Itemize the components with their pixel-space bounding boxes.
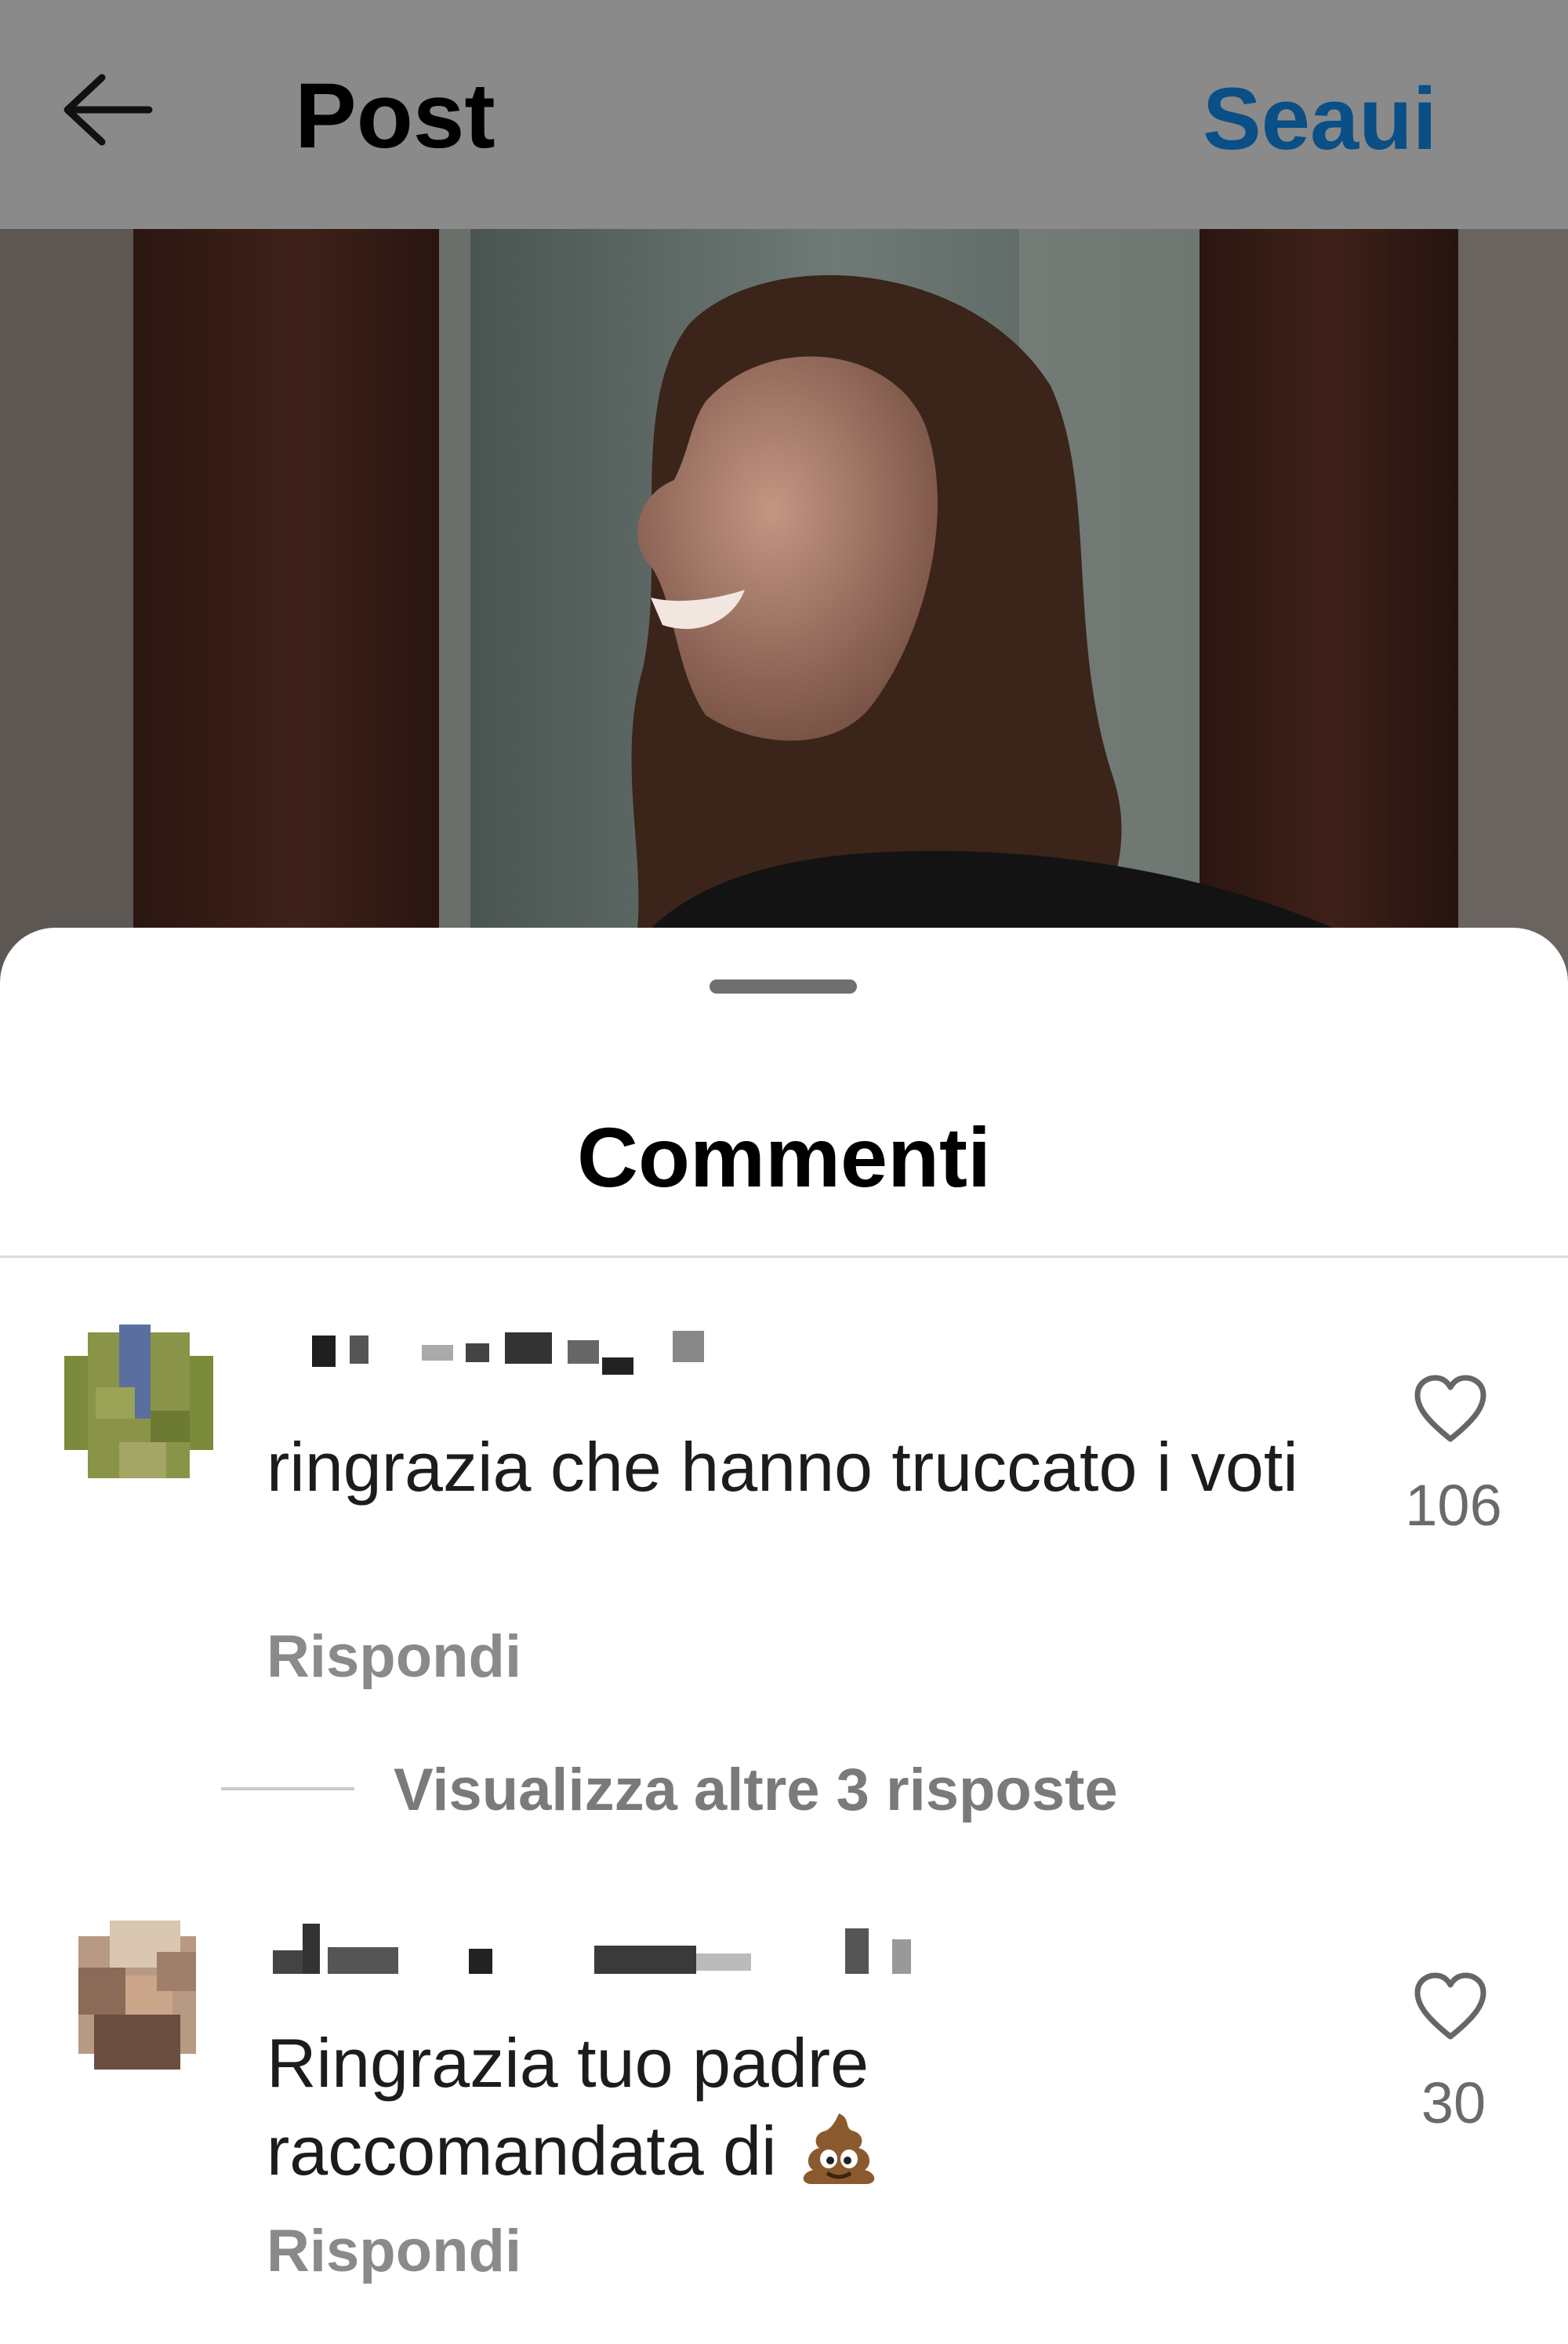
reply-button[interactable]: Rispondi [267, 1623, 521, 1691]
like-count: 30 [1421, 2070, 1486, 2135]
comments-sheet: Commenti ringrazia che hanno truccato i … [0, 928, 1568, 2344]
divider [0, 1256, 1568, 1258]
avatar[interactable] [78, 1921, 196, 2070]
page-title: Post [295, 64, 495, 168]
post-image[interactable] [0, 229, 1568, 982]
avatar[interactable] [64, 1325, 213, 1478]
back-button[interactable] [55, 67, 172, 169]
replies-divider-line [221, 1787, 354, 1790]
top-app-bar: Post Seaui [0, 0, 1568, 229]
heart-icon [1411, 1972, 1490, 2046]
reply-button[interactable]: Rispondi [267, 2217, 521, 2285]
like-button[interactable] [1411, 1971, 1497, 2049]
drag-handle[interactable] [710, 979, 857, 994]
heart-icon [1411, 1375, 1490, 1448]
poop-emoji-icon [803, 2113, 875, 2184]
comments-title: Commenti [576, 1110, 992, 1205]
comment-text-content: Ringrazia tuo padre raccomandata di [267, 2024, 869, 2190]
like-count: 106 [1405, 1473, 1502, 1538]
username[interactable] [312, 1326, 735, 1375]
like-button[interactable] [1411, 1373, 1497, 1452]
follow-button[interactable]: Seaui [1203, 75, 1437, 163]
view-more-replies-button[interactable]: Visualizza altre 3 risposte [394, 1756, 1118, 1824]
comment-text: Ringrazia tuo padre raccomandata di [267, 2019, 1309, 2195]
username[interactable] [273, 1924, 947, 1974]
comment-text: ringrazia che hanno truccato i voti [267, 1428, 1298, 1506]
arrow-left-icon [55, 74, 157, 156]
